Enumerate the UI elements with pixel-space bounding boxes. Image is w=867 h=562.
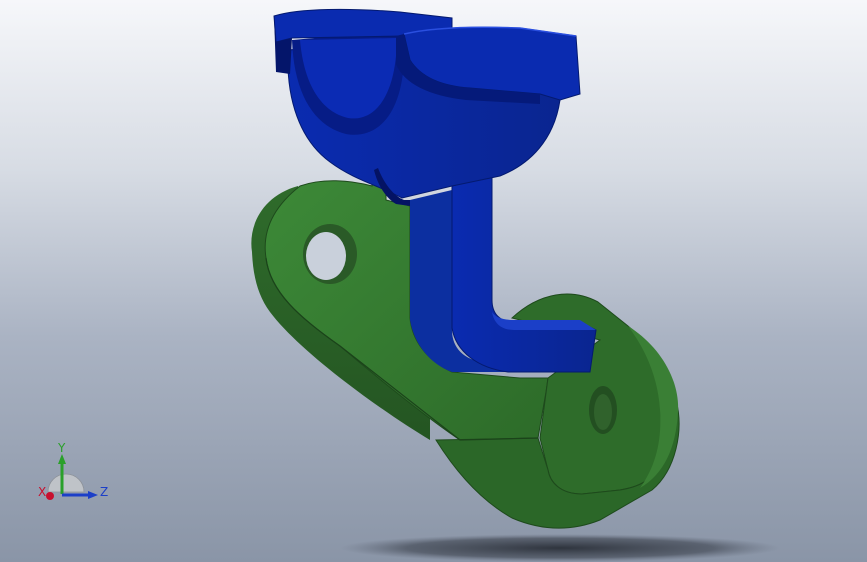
bracket-hole-left-through [306, 232, 346, 280]
triad-x-label: X [38, 485, 46, 499]
triad-y-label: Y [57, 441, 66, 455]
triad-origin-dome [47, 473, 85, 493]
triad-z-arrow [88, 491, 98, 499]
triad-z-label: Z [100, 485, 108, 499]
orientation-triad[interactable]: Y Z X [30, 438, 120, 508]
bracket-face [264, 171, 549, 441]
triad-x-axis [46, 492, 54, 500]
clamp-leg-face [451, 175, 597, 373]
model-shadow [340, 534, 780, 562]
3d-viewport[interactable] [0, 0, 867, 562]
bracket-hole-right-through [594, 394, 612, 430]
triad-y-arrow [58, 454, 66, 464]
